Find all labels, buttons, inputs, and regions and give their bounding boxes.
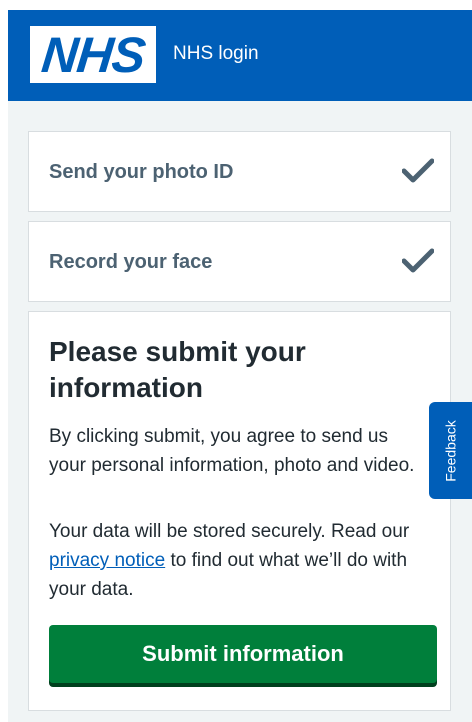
nhs-logo[interactable]: NHS <box>30 26 156 83</box>
page-content: Send your photo ID Record your face Plea… <box>8 101 472 722</box>
site-header: NHS NHS login <box>8 10 472 101</box>
data-storage-text-before: Your data will be stored securely. Read … <box>49 521 410 542</box>
nhs-logo-text: NHS <box>38 26 148 83</box>
submit-card: Please submit your information By clicki… <box>28 311 451 711</box>
page-heading: Please submit your information <box>49 336 306 403</box>
check-icon <box>402 248 434 273</box>
step-send-photo-id: Send your photo ID <box>28 131 451 212</box>
step-label: Record your face <box>49 251 213 273</box>
step-label: Send your photo ID <box>49 161 234 183</box>
feedback-label: Feedback <box>442 419 459 482</box>
check-icon <box>402 158 434 183</box>
service-name: NHS login <box>173 43 259 64</box>
consent-paragraph: By clicking submit, you agree to send us… <box>49 426 415 476</box>
step-record-face: Record your face <box>28 221 451 302</box>
feedback-tab[interactable]: Feedback <box>429 402 472 499</box>
top-strip <box>0 0 472 10</box>
privacy-notice-link[interactable]: privacy notice <box>49 550 165 571</box>
submit-information-button[interactable]: Submit information <box>49 625 437 683</box>
data-storage-paragraph: Your data will be stored securely. Read … <box>49 517 429 604</box>
